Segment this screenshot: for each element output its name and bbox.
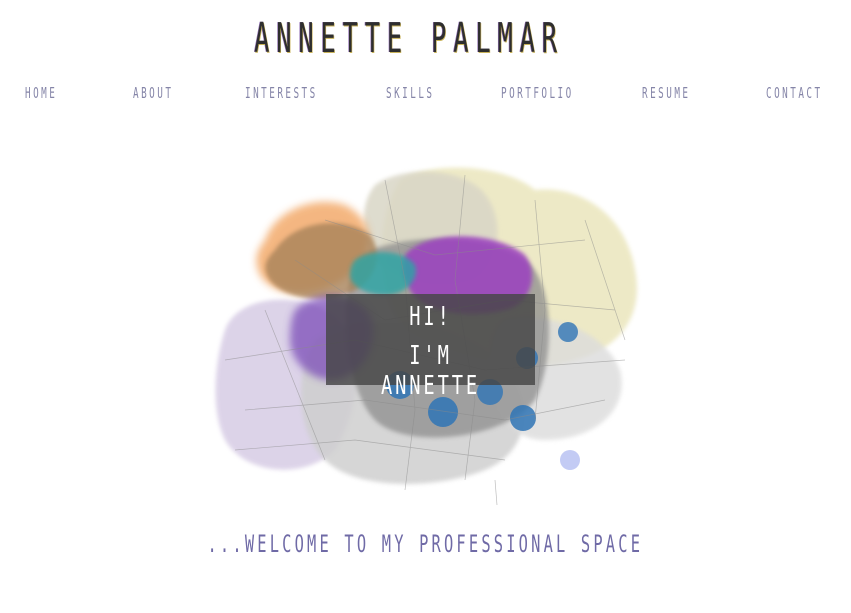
nav-item-resume[interactable]: RESUME <box>642 84 690 102</box>
greeting-box: HI! I'M ANNETTE <box>326 294 535 401</box>
greeting-line-hi: HI! <box>409 302 452 332</box>
greeting-line-name: I'M ANNETTE <box>380 341 481 401</box>
nav-item-about[interactable]: ABOUT <box>133 84 173 102</box>
site-title: ANNETTE PALMAR <box>254 14 564 62</box>
nav-item-skills[interactable]: SKILLS <box>386 84 434 102</box>
welcome-text: ...WELCOME TO MY PROFESSIONAL SPACE <box>207 530 644 558</box>
main-nav: HOME ABOUT INTERESTS SKILLS PORTFOLIO RE… <box>0 84 851 106</box>
nav-item-portfolio[interactable]: PORTFOLIO <box>501 84 574 102</box>
nav-item-contact[interactable]: CONTACT <box>766 84 823 102</box>
nav-item-interests[interactable]: INTERESTS <box>245 84 318 102</box>
nav-item-home[interactable]: HOME <box>25 84 57 102</box>
